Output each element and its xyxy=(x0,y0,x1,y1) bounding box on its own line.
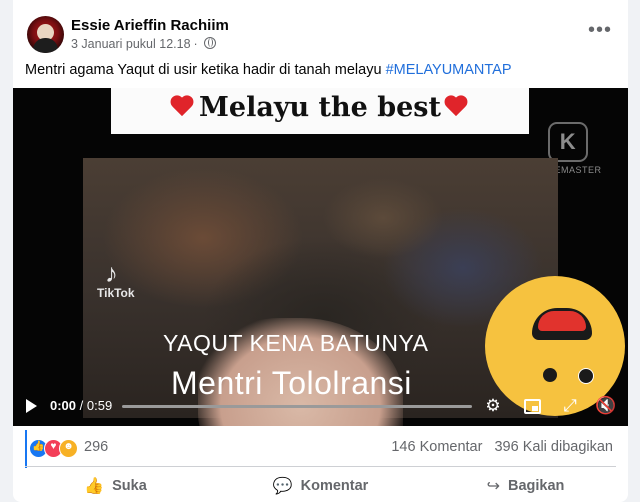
post-actions: 👍 Suka 💬 Komentar ↪ Bagikan xyxy=(13,472,628,500)
tiktok-logo-icon: ♪ xyxy=(105,258,118,288)
video-player[interactable]: Melayu the best K KINEMASTER ♪ TikTok YA… xyxy=(13,88,628,426)
comment-icon: 💬 xyxy=(272,478,293,495)
comment-label: Komentar xyxy=(300,478,369,494)
divider xyxy=(25,466,616,467)
fullscreen-icon[interactable]: ⤢ xyxy=(560,396,580,416)
progress-bar[interactable] xyxy=(122,405,472,408)
overlay-text-top: YAQUT KENA BATUNYA xyxy=(163,330,429,356)
post-stats: 146 Komentar 396 Kali dibagikan xyxy=(383,439,613,455)
post-card: Essie Arieffin Rachiim 3 Januari pukul 1… xyxy=(13,0,628,502)
banner-text: Melayu the best xyxy=(111,92,529,123)
share-icon: ↪ xyxy=(486,478,500,495)
haha-reaction-icon: ☻ xyxy=(59,439,78,458)
share-label: Bagikan xyxy=(507,478,565,494)
gear-icon[interactable]: ⚙ xyxy=(483,396,503,416)
hashtag-link[interactable]: #MELAYUMANTAP xyxy=(386,62,512,78)
share-count[interactable]: 396 Kali dibagikan xyxy=(494,439,613,455)
scroll-indicator xyxy=(25,430,27,468)
video-banner: Melayu the best xyxy=(111,88,529,134)
tiktok-label: TikTok xyxy=(97,286,135,300)
emoji-eye-right xyxy=(578,368,594,384)
heart-icon xyxy=(445,95,469,119)
tiktok-watermark: ♪ TikTok xyxy=(97,260,135,300)
more-options-icon[interactable]: ••• xyxy=(588,20,612,40)
like-label: Suka xyxy=(112,478,147,494)
video-controls: 0:00 / 0:59 ⚙ ⤢ 🔇 xyxy=(13,386,628,426)
pip-icon[interactable] xyxy=(522,396,542,416)
meta-separator: · xyxy=(193,37,198,51)
caption-text: Mentri agama Yaqut di usir ketika hadir … xyxy=(25,62,382,78)
share-button[interactable]: ↪ Bagikan xyxy=(423,472,628,500)
reaction-count[interactable]: 296 xyxy=(84,439,108,455)
emoji-eye-left xyxy=(543,368,557,382)
thumbs-up-icon: 👍 xyxy=(84,478,105,495)
post-caption: Mentri agama Yaqut di usir ketika hadir … xyxy=(25,62,512,78)
avatar-body xyxy=(33,38,58,53)
avatar[interactable] xyxy=(27,16,64,53)
emoji-hat xyxy=(532,308,592,340)
comment-button[interactable]: 💬 Komentar xyxy=(218,472,423,500)
banner-label: Melayu the best xyxy=(199,92,441,123)
post-meta: 3 Januari pukul 12.18 · xyxy=(71,37,216,51)
mute-icon[interactable]: 🔇 xyxy=(595,396,616,416)
heart-icon xyxy=(171,95,195,119)
video-time: 0:00 / 0:59 xyxy=(50,398,112,413)
globe-icon xyxy=(203,37,216,49)
play-icon[interactable] xyxy=(26,399,37,413)
kinemaster-logo-icon: K xyxy=(548,122,588,162)
author-name[interactable]: Essie Arieffin Rachiim xyxy=(71,17,229,34)
post-date[interactable]: 3 Januari pukul 12.18 xyxy=(71,37,191,51)
time-total: / 0:59 xyxy=(79,398,113,413)
like-button[interactable]: 👍 Suka xyxy=(13,472,218,500)
comment-count[interactable]: 146 Komentar xyxy=(391,439,482,455)
time-current: 0:00 xyxy=(50,398,77,413)
